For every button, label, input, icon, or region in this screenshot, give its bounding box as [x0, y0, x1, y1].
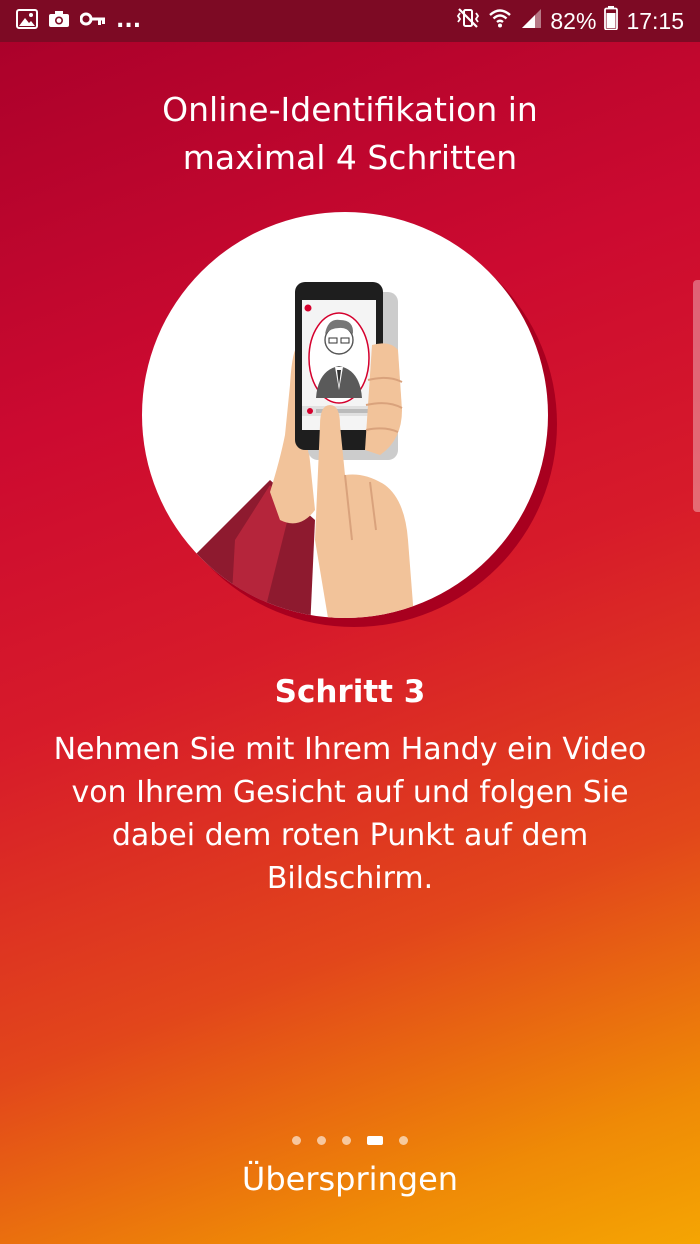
page-dot-4-active	[367, 1136, 383, 1145]
camera-icon	[48, 10, 70, 32]
page-dot-2	[317, 1136, 326, 1145]
page-dot-5	[399, 1136, 408, 1145]
page-title-line-1: Online-Identifikation in	[162, 90, 538, 129]
page-dot-1	[292, 1136, 301, 1145]
clock: 17:15	[626, 7, 684, 34]
more-dots-icon: ...	[116, 8, 142, 33]
step-description: Nehmen Sie mit Ihrem Handy ein Video von…	[53, 732, 647, 896]
video-selfie-illustration	[140, 210, 560, 630]
status-bar: ... 82% 17:15	[0, 0, 700, 42]
signal-icon	[520, 7, 542, 35]
notification-icons: ...	[16, 0, 141, 42]
wifi-icon	[488, 7, 512, 35]
step-title: Schritt 3	[274, 674, 426, 710]
image-icon	[16, 9, 38, 33]
battery-percent: 82%	[550, 7, 597, 34]
system-status-icons: 82% 17:15	[456, 0, 684, 42]
page-title: Online-Identifikation in maximal 4 Schri…	[0, 86, 700, 182]
page-dot-3	[342, 1136, 351, 1145]
mute-vibrate-icon	[456, 7, 480, 35]
page-indicator	[0, 1136, 700, 1145]
battery-icon	[604, 6, 619, 36]
key-icon	[79, 11, 106, 31]
skip-button[interactable]: Überspringen	[0, 1160, 700, 1198]
edge-panel-handle[interactable]	[693, 280, 700, 512]
page-title-line-2: maximal 4 Schritten	[182, 138, 518, 177]
